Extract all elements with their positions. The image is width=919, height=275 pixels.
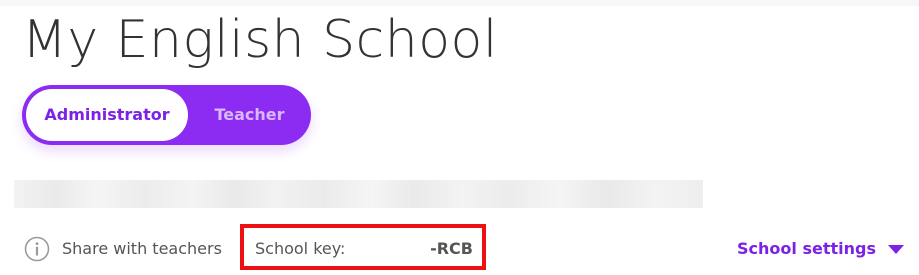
school-key-label: School key:: [255, 239, 346, 258]
share-with-teachers-label: Share with teachers: [62, 239, 222, 258]
school-page: My English School Administrator Teacher …: [0, 0, 919, 275]
info-icon[interactable]: [24, 236, 50, 262]
role-option-teacher[interactable]: Teacher: [192, 85, 307, 145]
redacted-content: [14, 180, 703, 208]
school-settings-button[interactable]: School settings: [737, 238, 904, 260]
school-key-box: School key: -RCB: [240, 224, 486, 270]
school-key-value: -RCB: [430, 239, 473, 258]
role-option-administrator[interactable]: Administrator: [26, 89, 188, 141]
school-settings-label: School settings: [737, 239, 876, 258]
role-toggle[interactable]: Administrator Teacher: [22, 85, 311, 145]
caret-down-icon: [887, 244, 904, 254]
page-title: My English School: [22, 10, 498, 70]
